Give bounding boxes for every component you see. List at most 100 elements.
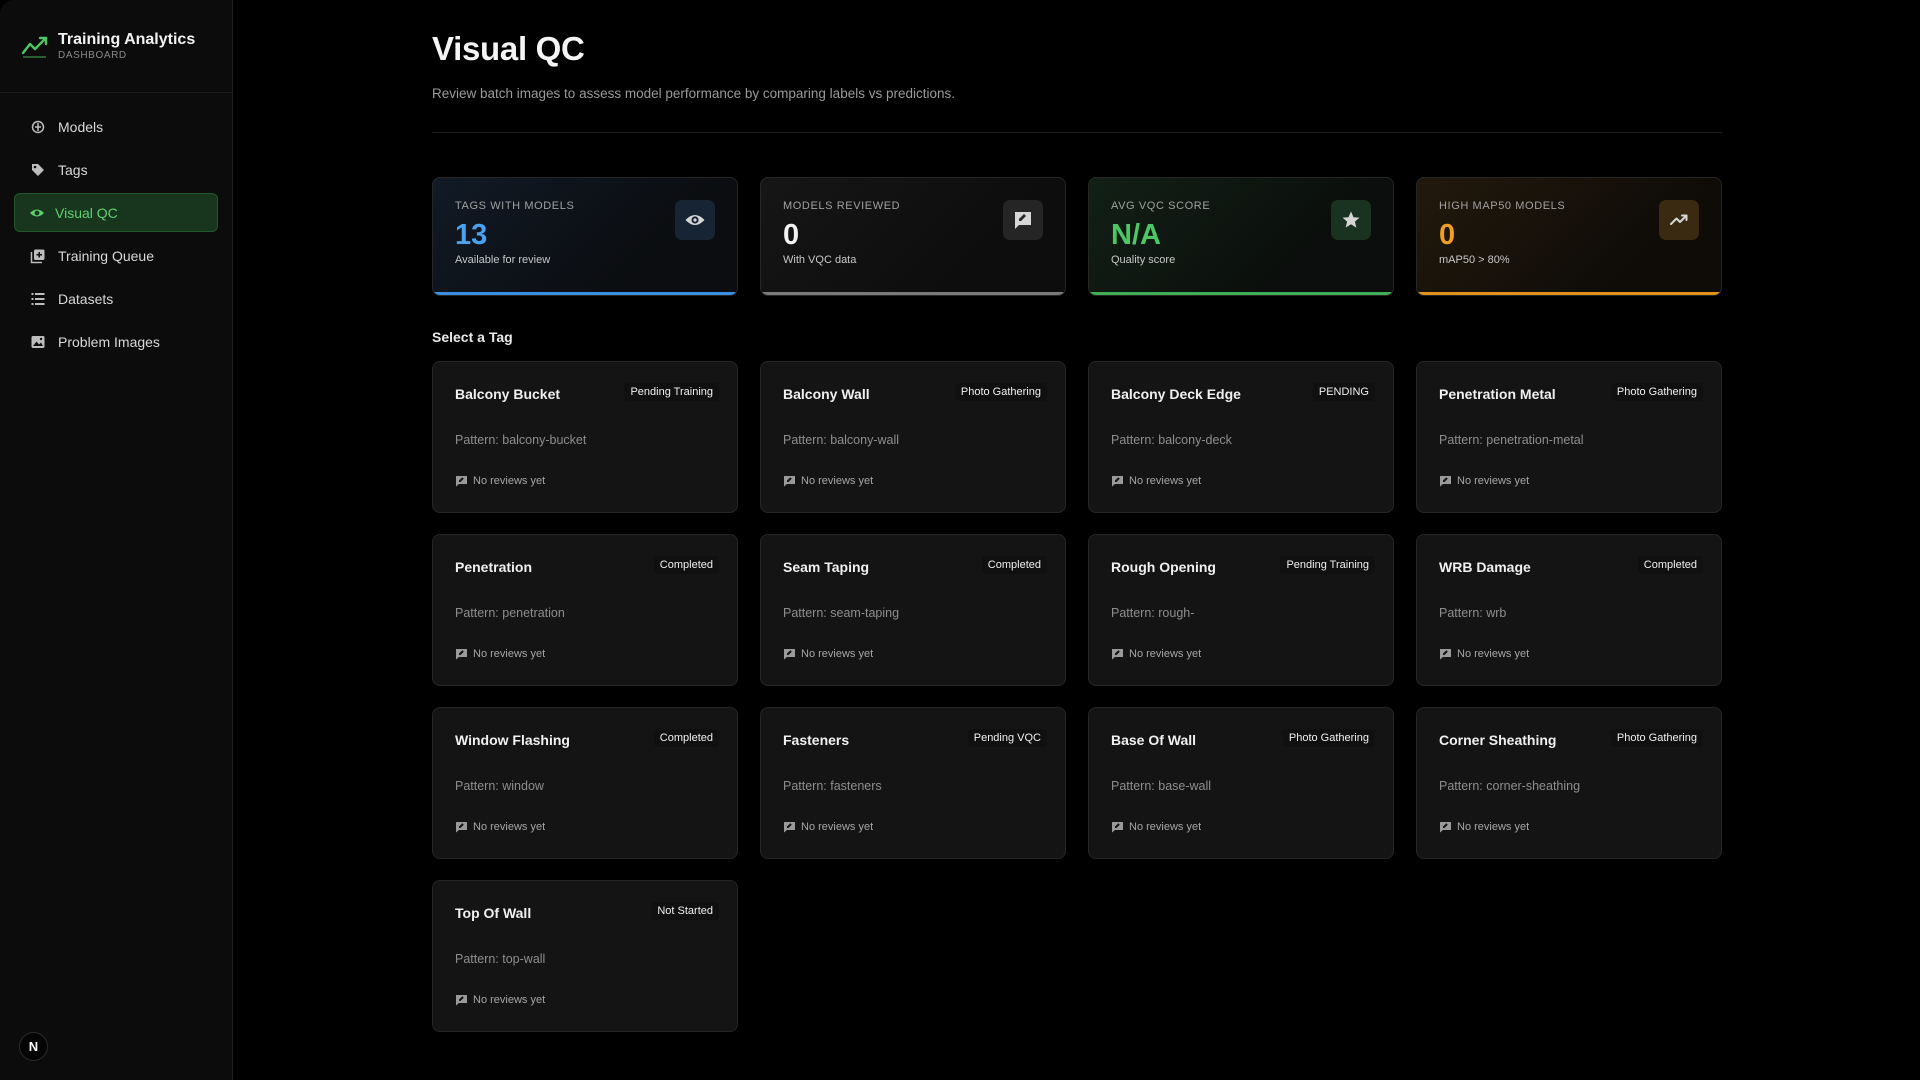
tag-card[interactable]: Seam Taping Completed Pattern: seam-tapi… <box>760 534 1066 686</box>
stat-sub: mAP50 > 80% <box>1439 254 1510 266</box>
reviews-status: No reviews yet <box>455 475 545 487</box>
sidebar-item-tags[interactable]: Tags <box>14 150 218 189</box>
sidebar: Training Analytics DASHBOARD Models Tags… <box>0 0 233 1080</box>
sidebar-item-label: Tags <box>58 161 88 178</box>
review-icon <box>455 648 468 660</box>
status-badge: Completed <box>653 556 719 574</box>
reviews-text: No reviews yet <box>1129 648 1202 660</box>
reviews-status: No reviews yet <box>455 648 545 660</box>
sidebar-item-training-queue[interactable]: Training Queue <box>14 236 218 275</box>
tag-card[interactable]: Window Flashing Completed Pattern: windo… <box>432 707 738 859</box>
stat-accent-bar <box>1417 292 1721 295</box>
divider <box>432 132 1722 133</box>
tag-card[interactable]: Penetration Completed Pattern: penetrati… <box>432 534 738 686</box>
reviews-status: No reviews yet <box>783 475 873 487</box>
stat-accent-bar <box>761 292 1065 295</box>
star-icon <box>1331 200 1371 240</box>
reviews-text: No reviews yet <box>1129 821 1202 833</box>
status-badge: Photo Gathering <box>1282 729 1375 747</box>
sidebar-item-visual-qc[interactable]: Visual QC <box>14 193 218 232</box>
status-badge: PENDING <box>1312 383 1375 401</box>
review-icon <box>1111 475 1124 487</box>
reviews-status: No reviews yet <box>1439 648 1529 660</box>
image-icon <box>30 334 46 350</box>
sidebar-item-label: Problem Images <box>58 333 160 350</box>
stat-card-tags-with-models: TAGS WITH MODELS 13 Available for review <box>432 177 738 296</box>
sidebar-item-problem-images[interactable]: Problem Images <box>14 322 218 361</box>
trending-up-icon <box>1659 200 1699 240</box>
reviews-status: No reviews yet <box>1111 475 1201 487</box>
status-badge: Pending VQC <box>967 729 1047 747</box>
tag-pattern: Pattern: fasteners <box>783 779 882 793</box>
stat-card-high-map50-models: HIGH MAP50 MODELS 0 mAP50 > 80% <box>1416 177 1722 296</box>
review-icon <box>783 475 796 487</box>
list-icon <box>30 291 46 307</box>
eye-icon <box>675 200 715 240</box>
review-icon <box>783 648 796 660</box>
review-icon <box>455 475 468 487</box>
tag-card[interactable]: Base Of Wall Photo Gathering Pattern: ba… <box>1088 707 1394 859</box>
reviews-status: No reviews yet <box>1111 821 1201 833</box>
tag-card[interactable]: Corner Sheathing Photo Gathering Pattern… <box>1416 707 1722 859</box>
tag-pattern: Pattern: base-wall <box>1111 779 1212 793</box>
tag-card[interactable]: Balcony Bucket Pending Training Pattern:… <box>432 361 738 513</box>
status-badge: Photo Gathering <box>1610 729 1703 747</box>
review-icon <box>1111 648 1124 660</box>
section-title: Select a Tag <box>432 329 513 345</box>
tag-pattern: Pattern: penetration-metal <box>1439 433 1584 447</box>
tag-card[interactable]: WRB Damage Completed Pattern: wrb No rev… <box>1416 534 1722 686</box>
reviews-text: No reviews yet <box>801 475 874 487</box>
review-icon <box>783 821 796 833</box>
footer-n-badge[interactable]: N <box>19 1032 48 1061</box>
sidebar-item-label: Datasets <box>58 290 114 307</box>
tag-pattern: Pattern: balcony-wall <box>783 433 900 447</box>
reviews-text: No reviews yet <box>1457 648 1530 660</box>
tag-pattern: Pattern: window <box>455 779 544 793</box>
status-badge: Pending Training <box>1280 556 1375 574</box>
tag-card[interactable]: Fasteners Pending VQC Pattern: fasteners… <box>760 707 1066 859</box>
reviews-status: No reviews yet <box>1111 648 1201 660</box>
review-icon <box>1439 648 1452 660</box>
tag-card[interactable]: Rough Opening Pending Training Pattern: … <box>1088 534 1394 686</box>
sidebar-item-models[interactable]: Models <box>14 107 218 146</box>
tag-pattern: Pattern: corner-sheathing <box>1439 779 1581 793</box>
reviews-text: No reviews yet <box>801 821 874 833</box>
tag-pattern: Pattern: penetration <box>455 606 565 620</box>
reviews-status: No reviews yet <box>1439 821 1529 833</box>
review-icon <box>1003 200 1043 240</box>
tag-card[interactable]: Balcony Deck Edge PENDING Pattern: balco… <box>1088 361 1394 513</box>
review-icon <box>1439 475 1452 487</box>
stat-sub: Quality score <box>1111 254 1176 266</box>
stat-sub: Available for review <box>455 254 551 266</box>
reviews-text: No reviews yet <box>1457 475 1530 487</box>
brand[interactable]: Training Analytics DASHBOARD <box>0 0 232 93</box>
stat-accent-bar <box>1089 292 1393 295</box>
status-badge: Completed <box>1637 556 1703 574</box>
reviews-text: No reviews yet <box>473 821 546 833</box>
tag-grid: Balcony Bucket Pending Training Pattern:… <box>432 361 1722 1032</box>
page-description: Review batch images to assess model perf… <box>432 86 955 101</box>
reviews-status: No reviews yet <box>783 648 873 660</box>
reviews-status: No reviews yet <box>783 821 873 833</box>
stat-card-avg-vqc-score: AVG VQC SCORE N/A Quality score <box>1088 177 1394 296</box>
status-badge: Photo Gathering <box>1610 383 1703 401</box>
queue-icon <box>30 248 46 264</box>
tag-card[interactable]: Top Of Wall Not Started Pattern: top-wal… <box>432 880 738 1032</box>
stats-row: TAGS WITH MODELS 13 Available for review… <box>432 177 1722 296</box>
eye-icon <box>29 205 45 221</box>
sidebar-item-label: Models <box>58 118 104 135</box>
tag-card[interactable]: Balcony Wall Photo Gathering Pattern: ba… <box>760 361 1066 513</box>
tag-card[interactable]: Penetration Metal Photo Gathering Patter… <box>1416 361 1722 513</box>
status-badge: Photo Gathering <box>954 383 1047 401</box>
reviews-status: No reviews yet <box>1439 475 1529 487</box>
models-icon <box>30 119 46 135</box>
sidebar-item-datasets[interactable]: Datasets <box>14 279 218 318</box>
page-title: Visual QC <box>432 30 585 67</box>
reviews-status: No reviews yet <box>455 821 545 833</box>
review-icon <box>455 821 468 833</box>
reviews-text: No reviews yet <box>801 648 874 660</box>
reviews-text: No reviews yet <box>1129 475 1202 487</box>
reviews-text: No reviews yet <box>473 994 546 1006</box>
tag-pattern: Pattern: wrb <box>1439 606 1507 620</box>
sidebar-item-label: Visual QC <box>55 204 118 221</box>
